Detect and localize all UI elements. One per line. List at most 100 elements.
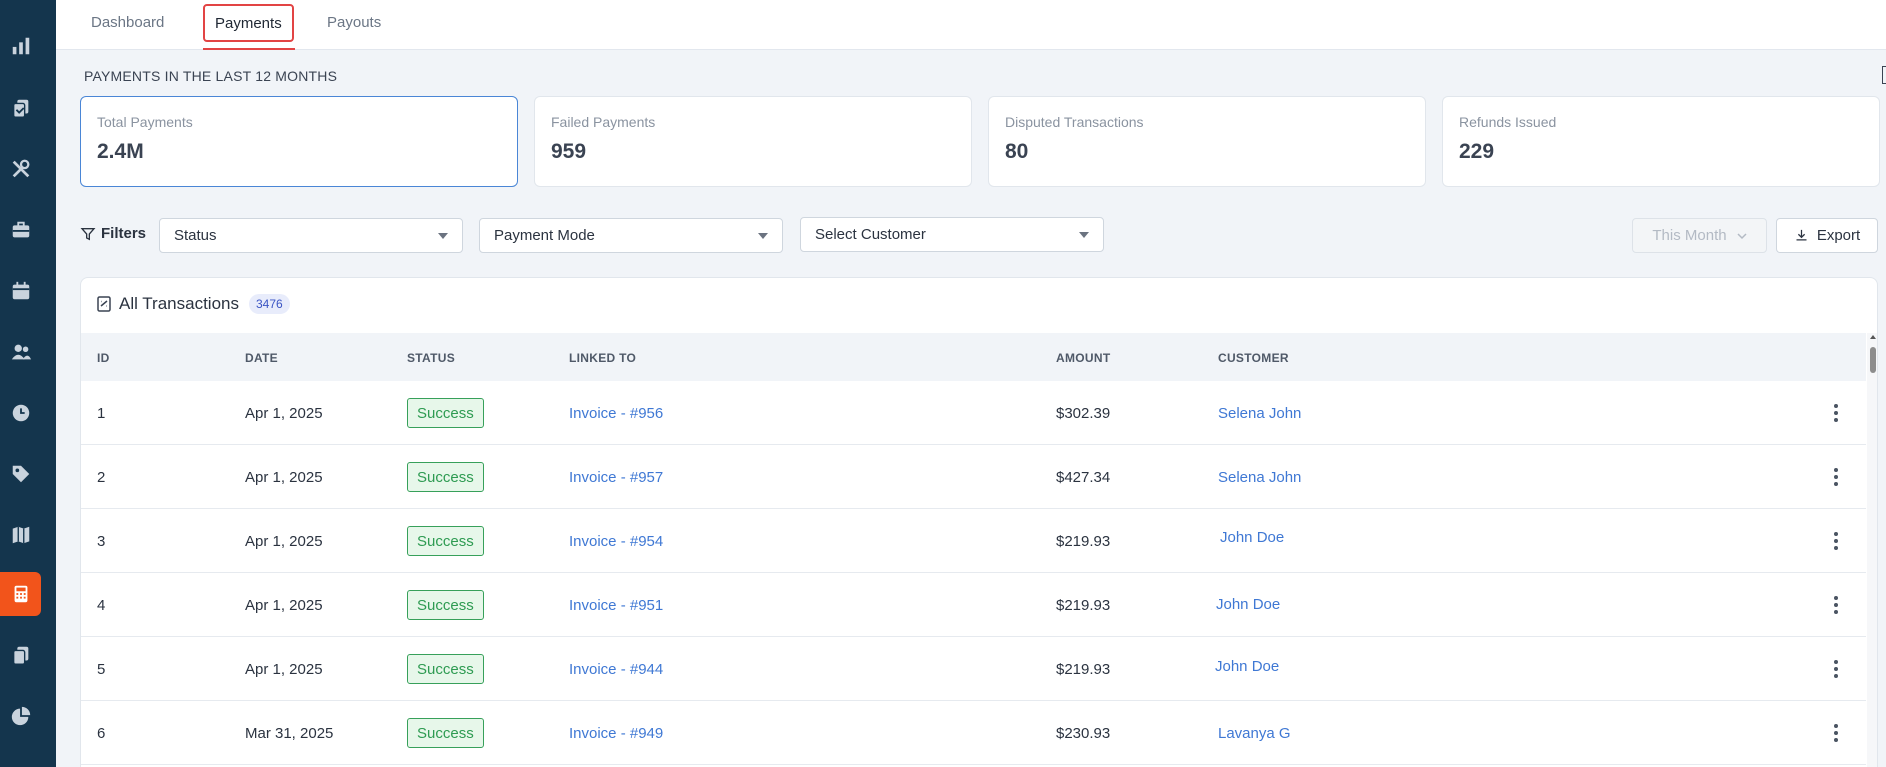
row-date: Apr 1, 2025 xyxy=(245,533,323,550)
linked-invoice-link[interactable]: Invoice - #956 xyxy=(569,405,663,422)
row-date: Apr 1, 2025 xyxy=(245,469,323,486)
row-id: 5 xyxy=(97,661,106,678)
status-badge: Success xyxy=(407,654,484,684)
stat-card-failed-payments[interactable]: Failed Payments 959 xyxy=(534,96,972,187)
status-badge: Success xyxy=(407,526,484,556)
clock-icon[interactable] xyxy=(0,391,41,435)
table-row[interactable]: 6 Mar 31, 2025 Success Invoice - #949 $2… xyxy=(81,701,1866,765)
status-badge: Success xyxy=(407,462,484,492)
briefcase-icon[interactable] xyxy=(0,208,41,252)
top-tab-bar: Dashboard Payments Payouts xyxy=(56,0,1886,50)
row-amount: $427.34 xyxy=(1056,469,1111,486)
tab-payouts[interactable]: Payouts xyxy=(327,0,381,44)
export-label: Export xyxy=(1816,227,1861,244)
section-title: PAYMENTS IN THE LAST 12 MONTHS xyxy=(84,68,338,84)
active-tab-indicator xyxy=(203,48,295,50)
tools-icon[interactable] xyxy=(0,147,41,191)
linked-invoice-link[interactable]: Invoice - #944 xyxy=(569,661,663,678)
bar-chart-icon[interactable] xyxy=(0,24,41,68)
calculator-icon[interactable] xyxy=(0,572,41,616)
stat-card-total-payments[interactable]: Total Payments 2.4M xyxy=(80,96,518,187)
row-id: 3 xyxy=(97,533,106,550)
more-options-icon[interactable] xyxy=(1832,596,1840,614)
row-date: Apr 1, 2025 xyxy=(245,661,323,678)
stat-label: Refunds Issued xyxy=(1459,114,1557,130)
status-badge: Success xyxy=(407,590,484,620)
column-header-status[interactable]: STATUS xyxy=(407,351,455,365)
status-select[interactable]: Status xyxy=(159,218,463,253)
files-icon[interactable] xyxy=(0,633,41,677)
row-id: 2 xyxy=(97,469,106,486)
stat-value: 2.4M xyxy=(97,140,144,163)
linked-invoice-link[interactable]: Invoice - #951 xyxy=(569,597,663,614)
table-row[interactable]: 3 Apr 1, 2025 Success Invoice - #954 $21… xyxy=(81,509,1866,573)
tab-dashboard[interactable]: Dashboard xyxy=(91,0,164,44)
table-row[interactable]: 1 Apr 1, 2025 Success Invoice - #956 $30… xyxy=(81,381,1866,445)
map-icon[interactable] xyxy=(0,513,41,557)
linked-invoice-link[interactable]: Invoice - #949 xyxy=(569,725,663,742)
panel-title: All Transactions xyxy=(119,294,239,313)
download-icon xyxy=(1796,229,1807,241)
customer-link[interactable]: John Doe xyxy=(1215,658,1279,675)
stat-label: Disputed Transactions xyxy=(1005,114,1144,130)
scroll-up-arrow-icon[interactable] xyxy=(1870,335,1876,339)
row-amount: $230.93 xyxy=(1056,725,1111,742)
table-scrollbar[interactable] xyxy=(1867,333,1877,767)
chevron-down-icon xyxy=(758,232,768,239)
payment-mode-select[interactable]: Payment Mode xyxy=(479,218,783,253)
status-badge: Success xyxy=(407,398,484,428)
customer-link[interactable]: Lavanya G xyxy=(1218,725,1291,742)
table-row[interactable]: 5 Apr 1, 2025 Success Invoice - #944 $21… xyxy=(81,637,1866,701)
column-header-id[interactable]: ID xyxy=(97,351,110,365)
stat-card-refunds-issued[interactable]: Refunds Issued 229 xyxy=(1442,96,1880,187)
customer-select-value: Select Customer xyxy=(815,226,926,243)
more-options-icon[interactable] xyxy=(1832,468,1840,486)
stat-value: 959 xyxy=(551,140,587,163)
customer-select[interactable]: Select Customer xyxy=(800,217,1104,252)
scroll-thumb[interactable] xyxy=(1870,347,1876,373)
tab-payments[interactable]: Payments xyxy=(203,4,294,42)
row-amount: $219.93 xyxy=(1056,661,1111,678)
period-select[interactable]: This Month xyxy=(1632,218,1767,253)
column-header-customer[interactable]: CUSTOMER xyxy=(1218,351,1289,365)
more-options-icon[interactable] xyxy=(1832,404,1840,422)
column-header-date[interactable]: DATE xyxy=(245,351,278,365)
chevron-down-icon xyxy=(1737,232,1747,239)
row-date: Mar 31, 2025 xyxy=(245,725,334,742)
row-amount: $302.39 xyxy=(1056,405,1111,422)
table-row[interactable]: 4 Apr 1, 2025 Success Invoice - #951 $21… xyxy=(81,573,1866,637)
more-options-icon[interactable] xyxy=(1832,660,1840,678)
receipt-icon xyxy=(97,296,111,312)
customer-link[interactable]: John Doe xyxy=(1216,596,1280,613)
stat-card-disputed-transactions[interactable]: Disputed Transactions 80 xyxy=(988,96,1426,187)
row-id: 1 xyxy=(97,405,106,422)
linked-invoice-link[interactable]: Invoice - #954 xyxy=(569,533,663,550)
users-icon[interactable] xyxy=(0,330,41,374)
export-button[interactable]: Export xyxy=(1776,218,1878,253)
status-badge: Success xyxy=(407,718,484,748)
table-row[interactable]: 2 Apr 1, 2025 Success Invoice - #957 $42… xyxy=(81,445,1866,509)
row-date: Apr 1, 2025 xyxy=(245,597,323,614)
linked-invoice-link[interactable]: Invoice - #957 xyxy=(569,469,663,486)
calendar-icon[interactable] xyxy=(0,269,41,313)
filters-label: Filters xyxy=(80,225,146,242)
chevron-down-icon xyxy=(438,232,448,239)
column-header-linked-to[interactable]: LINKED TO xyxy=(569,351,636,365)
customer-link[interactable]: Selena John xyxy=(1218,469,1301,486)
transactions-panel: All Transactions 3476 ID DATE STATUS LIN… xyxy=(80,277,1878,767)
column-header-amount[interactable]: AMOUNT xyxy=(1056,351,1110,365)
documents-icon[interactable] xyxy=(0,86,41,130)
filters-text: Filters xyxy=(101,225,147,242)
table-header: ID DATE STATUS LINKED TO AMOUNT CUSTOMER xyxy=(81,333,1866,381)
pie-chart-icon[interactable] xyxy=(0,694,41,738)
filter-icon xyxy=(80,227,96,240)
more-options-icon[interactable] xyxy=(1832,724,1840,742)
more-options-icon[interactable] xyxy=(1832,532,1840,550)
row-amount: $219.93 xyxy=(1056,533,1111,550)
tag-icon[interactable] xyxy=(0,452,41,496)
customer-link[interactable]: Selena John xyxy=(1218,405,1301,422)
count-badge: 3476 xyxy=(249,294,290,314)
customer-link[interactable]: John Doe xyxy=(1220,529,1284,546)
panel-header: All Transactions 3476 xyxy=(97,294,290,314)
sidebar xyxy=(0,0,56,767)
